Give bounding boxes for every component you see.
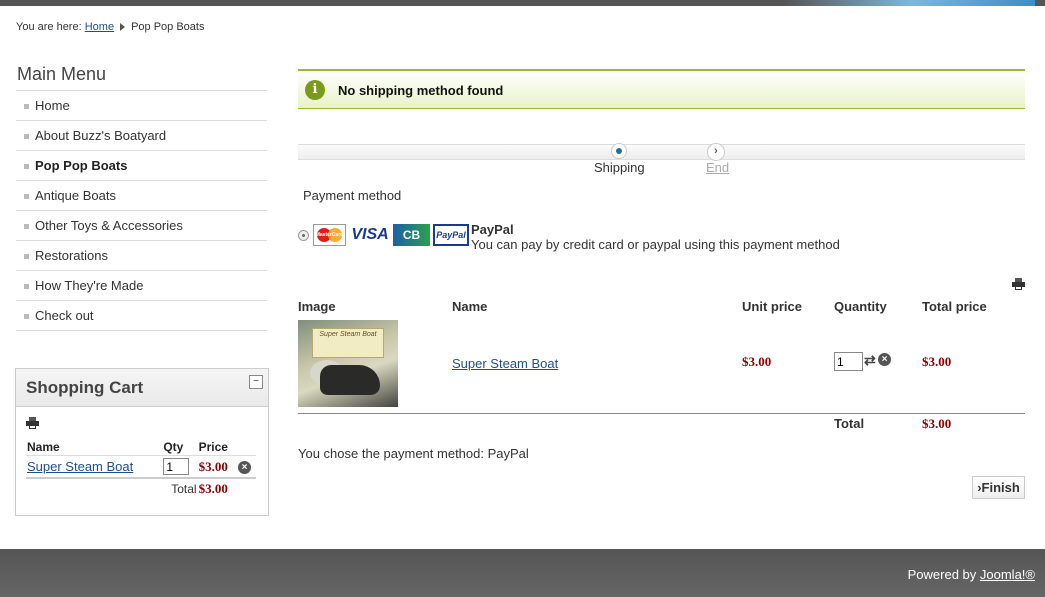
finish-button[interactable]: ›Finish bbox=[972, 476, 1025, 499]
step-end-link[interactable]: End bbox=[706, 160, 729, 175]
menu-item-label: Other Toys & Accessories bbox=[35, 218, 183, 233]
breadcrumb: You are here: Home Pop Pop Boats bbox=[16, 21, 204, 33]
divider bbox=[298, 413, 1025, 414]
bullet-icon bbox=[24, 314, 29, 320]
unit-price: $3.00 bbox=[742, 354, 772, 369]
menu-item-pop-pop-boats[interactable]: Pop Pop Boats bbox=[16, 151, 267, 181]
bullet-icon bbox=[24, 134, 29, 140]
payment-option-name: PayPal bbox=[471, 222, 514, 237]
notice-message: No shipping method found bbox=[338, 83, 504, 98]
menu-item-check-out[interactable]: Check out bbox=[16, 301, 267, 331]
table-row: Super Steam Boat $3.00 × bbox=[26, 456, 256, 479]
bullet-icon bbox=[24, 254, 29, 260]
bullet-icon bbox=[24, 224, 29, 230]
print-icon[interactable] bbox=[1012, 278, 1025, 290]
cart-header-qty: Qty bbox=[162, 439, 198, 456]
remove-icon[interactable]: × bbox=[238, 461, 252, 474]
info-icon: i bbox=[305, 80, 325, 100]
order-total-value: $3.00 bbox=[922, 416, 952, 431]
header-decoration bbox=[785, 0, 1035, 6]
breadcrumb-arrow-icon bbox=[120, 23, 126, 32]
cart-item-price: $3.00 bbox=[198, 458, 228, 474]
step-current-icon bbox=[611, 143, 627, 159]
checkout-steps: › bbox=[298, 143, 1025, 161]
mastercard-icon: MasterCard bbox=[313, 224, 346, 246]
cart-header: Shopping Cart − bbox=[16, 369, 268, 407]
footer: Powered by Joomla!® bbox=[0, 549, 1045, 597]
bullet-icon bbox=[24, 104, 29, 110]
joomla-link[interactable]: Joomla!® bbox=[980, 567, 1035, 582]
order-total-label: Total bbox=[834, 416, 865, 431]
payment-radio[interactable] bbox=[298, 230, 309, 241]
menu-item-label: Home bbox=[35, 98, 70, 113]
powered-by-text: Powered by bbox=[907, 567, 977, 582]
cart-table: Name Qty Price Super Steam Boat $3.00 × … bbox=[26, 439, 256, 499]
payment-option-desc: You can pay by credit card or paypal usi… bbox=[471, 237, 840, 252]
menu-item-about[interactable]: About Buzz's Boatyard bbox=[16, 121, 267, 151]
main-menu-title: Main Menu bbox=[17, 64, 107, 84]
cart-header-empty bbox=[237, 439, 256, 456]
menu-item-how-made[interactable]: How They're Made bbox=[16, 271, 267, 301]
remove-icon[interactable]: × bbox=[878, 353, 891, 366]
powered-by: Powered by Joomla!® bbox=[908, 567, 1035, 582]
product-image[interactable]: Super Steam Boat bbox=[298, 320, 398, 407]
shopping-cart-module: Shopping Cart − Name Qty Price Super Ste… bbox=[15, 368, 269, 516]
menu-item-label: Pop Pop Boats bbox=[35, 158, 128, 173]
cart-header-name: Name bbox=[26, 439, 163, 456]
cart-total-value: $3.00 bbox=[198, 481, 228, 496]
cb-icon: CB bbox=[393, 224, 430, 246]
cart-qty-input[interactable] bbox=[163, 458, 190, 475]
refresh-icon[interactable]: ⇄ bbox=[864, 352, 876, 369]
cart-item-link[interactable]: Super Steam Boat bbox=[27, 459, 133, 474]
quantity-input[interactable] bbox=[834, 352, 863, 371]
minimize-icon[interactable]: − bbox=[249, 375, 263, 389]
header-unit-price: Unit price bbox=[742, 299, 802, 314]
breadcrumb-prefix: You are here: bbox=[16, 21, 82, 33]
header-name: Name bbox=[452, 299, 488, 314]
menu-item-label: Restorations bbox=[35, 248, 108, 263]
breadcrumb-current: Pop Pop Boats bbox=[131, 21, 205, 33]
table-row: Total $3.00 bbox=[26, 478, 256, 499]
menu-item-label: Antique Boats bbox=[35, 188, 116, 203]
main-menu: Home About Buzz's Boatyard Pop Pop Boats… bbox=[16, 90, 267, 331]
paypal-icon: PayPal bbox=[433, 224, 469, 246]
step-shipping: Shipping bbox=[594, 160, 645, 175]
product-name-link[interactable]: Super Steam Boat bbox=[452, 356, 558, 371]
menu-item-label: About Buzz's Boatyard bbox=[35, 128, 167, 143]
visa-icon: VISA bbox=[351, 226, 389, 243]
menu-item-label: How They're Made bbox=[35, 278, 144, 293]
menu-item-other-toys[interactable]: Other Toys & Accessories bbox=[16, 211, 267, 241]
breadcrumb-home-link[interactable]: Home bbox=[85, 21, 114, 33]
chosen-payment-text: You chose the payment method: PayPal bbox=[298, 446, 529, 461]
menu-item-label: Check out bbox=[35, 308, 94, 323]
menu-item-home[interactable]: Home bbox=[16, 91, 267, 121]
bullet-icon bbox=[24, 284, 29, 290]
header-total-price: Total price bbox=[922, 299, 987, 314]
menu-item-antique-boats[interactable]: Antique Boats bbox=[16, 181, 267, 211]
total-price: $3.00 bbox=[922, 354, 952, 369]
cart-header-price: Price bbox=[197, 439, 238, 456]
bullet-icon bbox=[24, 164, 29, 170]
product-image-label: Super Steam Boat bbox=[312, 328, 384, 358]
header-image: Image bbox=[298, 299, 336, 314]
print-icon[interactable] bbox=[26, 417, 39, 429]
chevron-right-icon[interactable]: › bbox=[707, 143, 725, 161]
cart-total-label: Total bbox=[171, 482, 197, 496]
cart-title: Shopping Cart bbox=[26, 378, 144, 397]
payment-method-title: Payment method bbox=[303, 188, 402, 203]
header-quantity: Quantity bbox=[834, 299, 887, 314]
notice-banner: i No shipping method found bbox=[298, 69, 1025, 109]
top-bar bbox=[0, 0, 1045, 6]
menu-item-restorations[interactable]: Restorations bbox=[16, 241, 267, 271]
bullet-icon bbox=[24, 194, 29, 200]
